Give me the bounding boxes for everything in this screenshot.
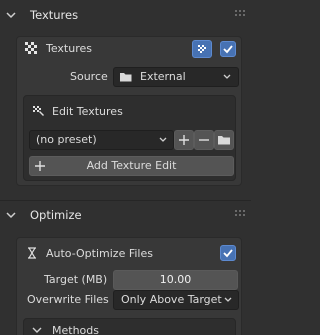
checkmark-icon — [223, 45, 233, 54]
overwrite-dropdown[interactable]: Only Above Target — [113, 290, 239, 310]
chevron-down-icon[interactable] — [4, 202, 18, 228]
plus-icon — [179, 135, 189, 145]
texture-brush-icon — [198, 45, 206, 53]
preset-dropdown[interactable]: (no preset) — [29, 130, 174, 150]
add-preset-button[interactable] — [174, 130, 194, 150]
source-value: External — [140, 70, 186, 83]
chevron-down-icon — [159, 137, 167, 142]
chevron-down-icon — [224, 297, 232, 302]
methods-label[interactable]: Methods — [52, 324, 99, 335]
optimize-panel-title: Optimize — [30, 208, 82, 222]
checker-texture-icon — [25, 42, 37, 54]
properties-sidebar: Textures Textures Source External Edit T… — [0, 0, 251, 335]
chevron-down-icon[interactable] — [4, 2, 18, 28]
preset-value: (no preset) — [36, 133, 97, 146]
drag-grip-icon[interactable] — [235, 210, 247, 218]
folder-icon — [120, 73, 132, 82]
edit-textures-title: Edit Textures — [52, 105, 123, 118]
overwrite-label: Overwrite Files — [27, 293, 109, 306]
auto-optimize-checkbox[interactable] — [220, 245, 236, 261]
target-mb-field[interactable]: 10.00 — [113, 270, 238, 290]
overwrite-value: Only Above Target — [121, 293, 222, 306]
minus-icon — [199, 139, 209, 141]
hourglass-icon — [28, 247, 36, 259]
optimize-panel-header[interactable]: Optimize — [0, 202, 251, 228]
drag-grip-icon[interactable] — [235, 10, 247, 18]
preset-folder-button[interactable] — [214, 130, 234, 150]
checkmark-icon — [223, 249, 233, 258]
panel-divider — [0, 200, 251, 201]
add-texture-edit-button[interactable]: Add Texture Edit — [29, 156, 234, 176]
textures-section-label: Textures — [46, 42, 92, 55]
textures-panel-title: Textures — [30, 8, 79, 22]
textures-enable-checkbox[interactable] — [220, 41, 236, 57]
add-texture-edit-label: Add Texture Edit — [86, 159, 177, 172]
auto-optimize-label: Auto-Optimize Files — [46, 247, 153, 260]
folder-icon — [218, 136, 230, 145]
source-label: Source — [70, 70, 108, 83]
textures-panel-header[interactable]: Textures — [0, 2, 251, 28]
chevron-down-icon — [223, 74, 231, 79]
target-label: Target (MB) — [44, 273, 108, 286]
source-dropdown[interactable]: External — [113, 67, 239, 87]
target-value: 10.00 — [159, 273, 192, 286]
chevron-down-icon[interactable] — [31, 324, 43, 335]
remove-preset-button[interactable] — [194, 130, 214, 150]
edit-texture-brush-icon — [33, 106, 44, 116]
texture-brush-toggle[interactable] — [192, 40, 212, 58]
